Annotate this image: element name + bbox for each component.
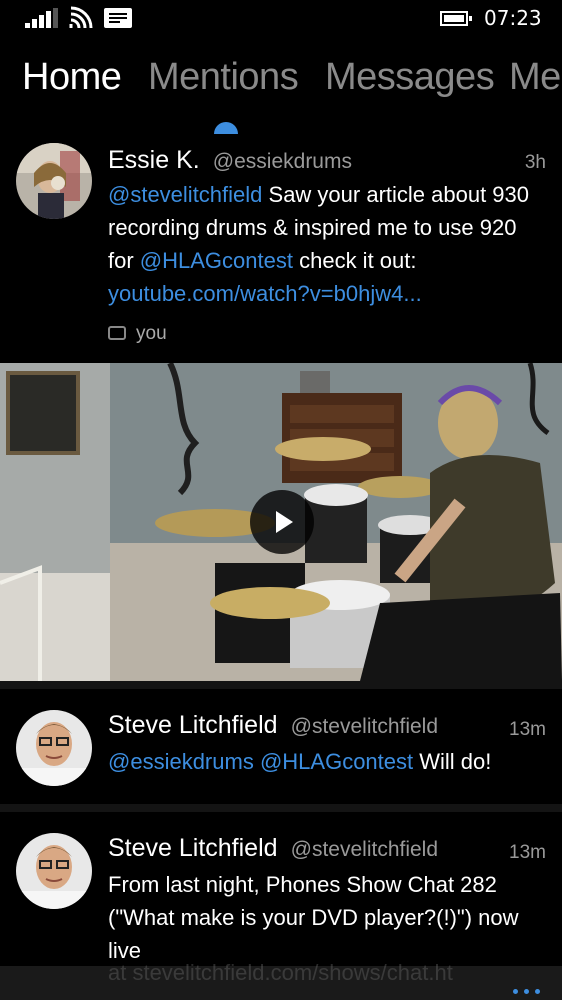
tweet-time: 13m — [509, 842, 546, 863]
author-handle[interactable]: @essiekdrums — [213, 150, 352, 173]
mention-link[interactable]: @stevelitchfield — [108, 182, 262, 207]
status-bar: 07:23 — [0, 0, 562, 40]
tweet-body: @stevelitchfield Saw your article about … — [108, 178, 548, 310]
author-name[interactable]: Essie K. — [108, 146, 200, 174]
play-button[interactable] — [250, 490, 314, 554]
divider — [0, 681, 562, 689]
retweet-icon — [108, 326, 126, 340]
mention-link[interactable]: @essiekdrums — [108, 749, 254, 774]
url-link[interactable]: youtube.com/watch?v=b0hjw4... — [108, 281, 422, 306]
app-bar: at stevelitchfield.com/shows/chat.ht — [0, 960, 562, 1000]
clock: 07:23 — [484, 6, 542, 30]
tweet-time: 13m — [509, 719, 546, 740]
tweet-item[interactable]: Steve Litchfield @stevelitchfield 13m @e… — [0, 689, 562, 807]
ellipsis-icon[interactable] — [507, 979, 540, 994]
retweeted-by-label: you — [136, 323, 167, 344]
signal-icon — [25, 8, 59, 28]
tab-home[interactable]: Home — [22, 56, 122, 99]
retweeted-by: you — [108, 323, 167, 345]
tweet-text: Will do! — [413, 749, 492, 774]
wifi-icon — [69, 6, 93, 29]
author-name[interactable]: Steve Litchfield — [108, 834, 278, 862]
tweet-item[interactable]: Steve Litchfield @stevelitchfield 13m Fr… — [0, 812, 562, 972]
mention-link[interactable]: @HLAGcontest — [260, 749, 413, 774]
app-bar-ghost-text: at stevelitchfield.com/shows/chat.ht — [108, 960, 453, 985]
avatar[interactable] — [16, 710, 92, 786]
tweet-item[interactable]: Essie K. @essiekdrums 3h @stevelitchfiel… — [0, 140, 562, 362]
author-name[interactable]: Steve Litchfield — [108, 711, 278, 739]
tab-messages[interactable]: Messages — [325, 56, 495, 99]
pivot-indicator — [214, 122, 238, 134]
divider — [0, 804, 562, 812]
avatar[interactable] — [16, 143, 92, 219]
tweet-body: @essiekdrums @HLAGcontest Will do! — [108, 745, 548, 778]
tweet-time: 3h — [524, 152, 546, 173]
pivot-tabs: Home Mentions Messages Me — [0, 56, 562, 112]
tab-me[interactable]: Me — [509, 56, 561, 99]
mention-link[interactable]: @HLAGcontest — [140, 248, 293, 273]
author-handle[interactable]: @stevelitchfield — [291, 838, 438, 861]
avatar[interactable] — [16, 833, 92, 909]
tweet-body: From last night, Phones Show Chat 282 ("… — [108, 872, 519, 963]
battery-icon — [440, 11, 472, 26]
tab-mentions[interactable]: Mentions — [148, 56, 299, 99]
author-handle[interactable]: @stevelitchfield — [291, 715, 438, 738]
message-icon — [104, 8, 132, 28]
tweet-text: check it out: — [292, 248, 417, 273]
